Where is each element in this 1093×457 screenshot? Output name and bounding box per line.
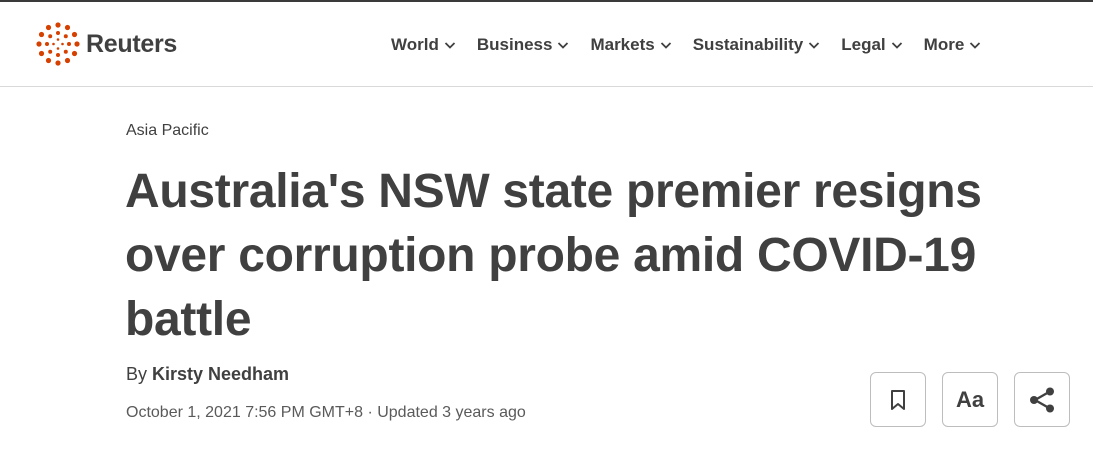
text-size-button[interactable]: Aa: [942, 372, 998, 427]
brand-name: Reuters: [86, 29, 177, 58]
nav-item-label: Legal: [841, 35, 886, 54]
section-link[interactable]: Asia Pacific: [126, 122, 209, 140]
share-icon: [1030, 387, 1054, 412]
chevron-down-icon: [970, 42, 981, 49]
nav-item-label: Markets: [590, 35, 655, 54]
byline-prefix: By: [126, 364, 153, 384]
main-nav: World Business Markets Sustainability Le…: [391, 33, 981, 57]
share-button[interactable]: [1014, 372, 1070, 427]
nav-item-label: Business: [476, 35, 553, 54]
text-size-label: Aa: [955, 386, 985, 412]
nav-item-world[interactable]: World: [391, 35, 456, 55]
article-actions: Aa: [870, 372, 1070, 427]
chevron-down-icon: [444, 42, 455, 49]
chevron-down-icon: [558, 42, 569, 49]
reuters-logo[interactable]: Reuters: [36, 22, 177, 66]
author-link[interactable]: Kirsty Needham: [152, 364, 289, 384]
site-header: Reuters World Business Markets Sustainab…: [0, 0, 1093, 87]
nav-item-label: World: [391, 35, 439, 54]
nav-item-business[interactable]: Business: [477, 35, 570, 55]
nav-item-label: Sustainability: [692, 35, 804, 54]
article-headline: Australia's NSW state premier resigns ov…: [125, 165, 982, 346]
reuters-logo-icon: [36, 22, 80, 66]
chevron-down-icon: [809, 42, 820, 49]
bookmark-button[interactable]: [870, 372, 926, 427]
nav-item-legal[interactable]: Legal: [841, 35, 902, 55]
publish-date: October 1, 2021 7:56 PM GMT+8 · Updated …: [126, 404, 526, 421]
byline: By Kirsty Needham: [126, 364, 289, 385]
chevron-down-icon: [891, 42, 902, 49]
nav-item-markets[interactable]: Markets: [590, 35, 671, 55]
nav-item-more[interactable]: More: [924, 35, 982, 55]
nav-item-sustainability[interactable]: Sustainability: [693, 35, 821, 55]
chevron-down-icon: [660, 42, 671, 49]
bookmark-icon: [891, 389, 905, 410]
nav-item-label: More: [923, 35, 965, 54]
